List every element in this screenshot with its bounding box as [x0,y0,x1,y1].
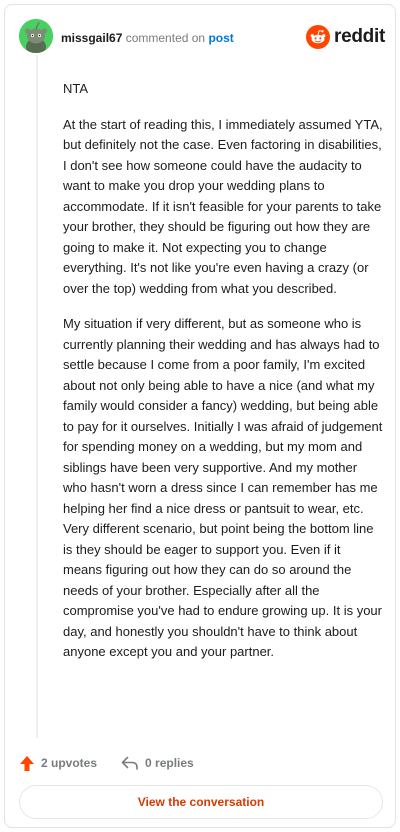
reply-icon [121,756,138,770]
snoo-avatar-icon[interactable] [19,19,53,53]
reply-count: 0 replies [145,756,194,770]
reddit-brand[interactable]: reddit [306,25,385,49]
comment-paragraph: My situation if very different, but as s… [63,316,383,659]
comment-header: missgail67 commented on post reddit [17,17,385,57]
username-link[interactable]: missgail67 [61,31,122,45]
comment-card: missgail67 commented on post reddit NTA … [4,4,396,828]
upvote-button[interactable]: 2 upvotes [19,755,97,772]
reddit-logo-icon [306,25,331,49]
post-link[interactable]: post [208,31,233,45]
comment-paragraph: NTA [63,81,89,96]
reddit-wordmark: reddit [334,26,385,47]
reply-button[interactable]: 0 replies [121,756,194,770]
comment-body: NTA At the start of reading this, I imme… [63,79,383,678]
upvote-count: 2 upvotes [41,756,98,770]
view-conversation-button[interactable]: View the conversation [19,785,383,819]
upvote-arrow-icon [20,755,34,771]
thread-line[interactable] [36,55,38,738]
comment-meta: missgail67 commented on post [61,31,234,45]
commented-on-text: commented on [125,31,206,45]
comment-actions: 2 upvotes 0 replies [19,753,218,773]
comment-paragraph: At the start of reading this, I immediat… [63,116,383,296]
